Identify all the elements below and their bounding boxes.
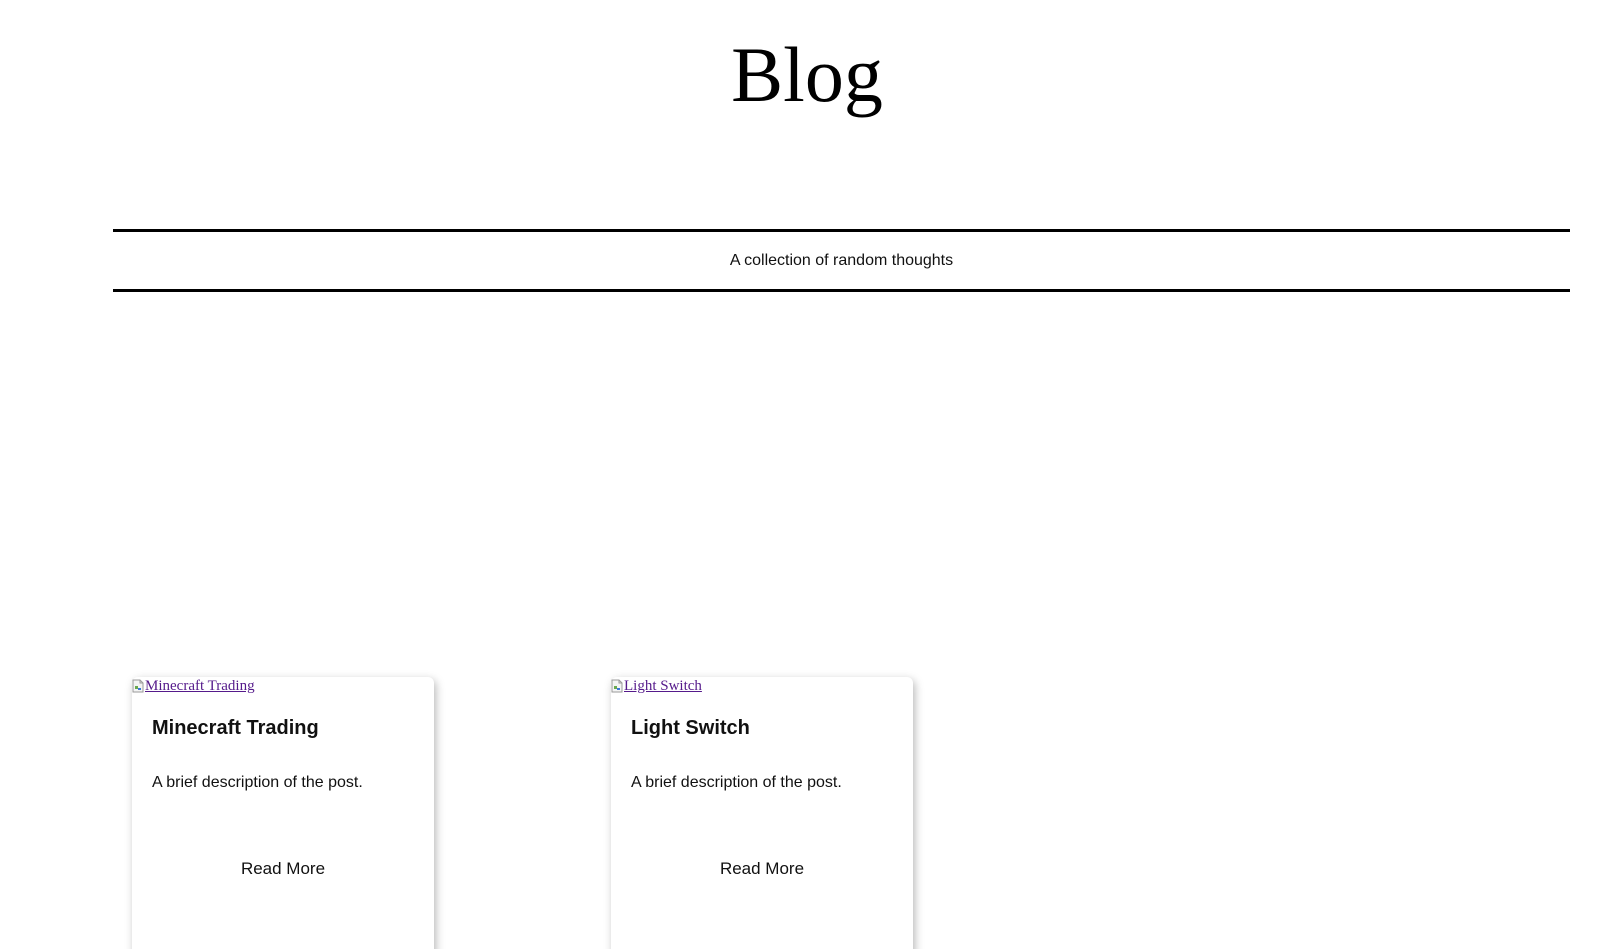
post-title: Light Switch [631,717,750,739]
post-description: A brief description of the post. [152,774,363,791]
post-image-link[interactable]: Light Switch [611,677,702,695]
post-card-light-switch: Light Switch Light Switch A brief descri… [611,677,913,949]
post-title: Minecraft Trading [152,717,319,739]
post-image-alt-text: Light Switch [624,678,702,694]
post-image-link[interactable]: Minecraft Trading [132,677,255,695]
post-description: A brief description of the post. [631,774,842,791]
read-more-link[interactable]: Read More [611,859,913,879]
page-title: Blog [731,31,883,118]
subtitle-bar: A collection of random thoughts [113,229,1570,292]
post-image-alt-text: Minecraft Trading [145,678,255,694]
broken-image-icon [611,679,623,693]
broken-image-icon [132,679,144,693]
page-subtitle: A collection of random thoughts [729,251,954,269]
read-more-link[interactable]: Read More [132,859,434,879]
post-card-minecraft-trading: Minecraft Trading Minecraft Trading A br… [132,677,434,949]
